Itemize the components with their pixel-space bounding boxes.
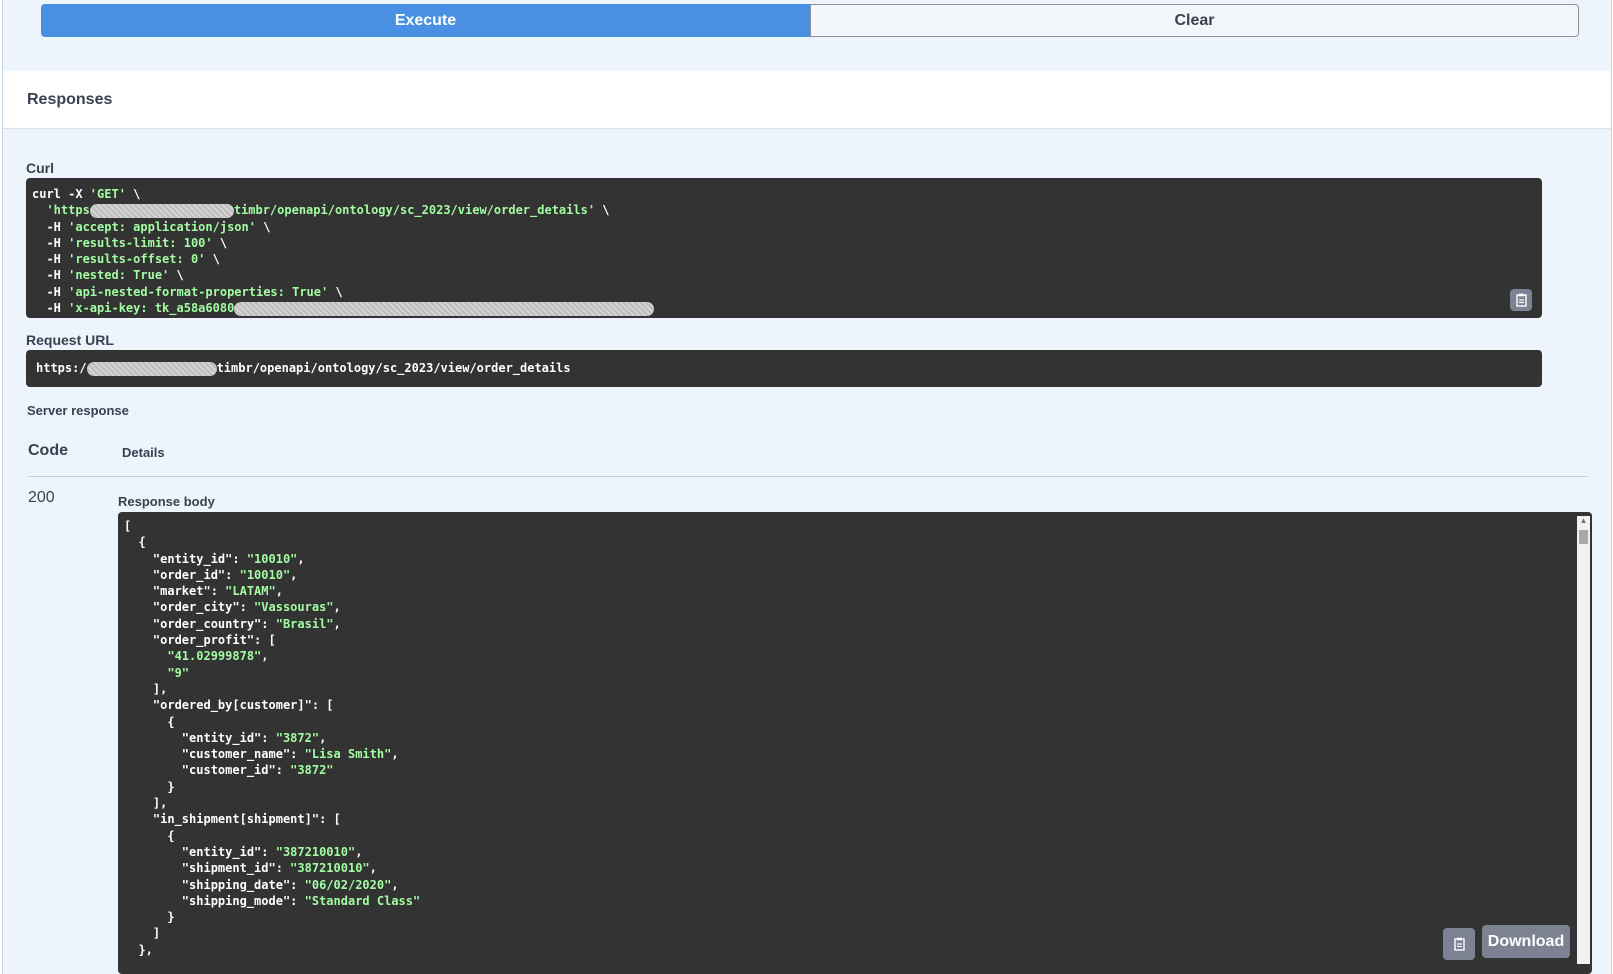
responses-header: Responses: [3, 71, 1611, 129]
response-body-label: Response body: [118, 494, 215, 509]
copy-curl-icon[interactable]: [1510, 289, 1532, 311]
clear-button[interactable]: Clear: [810, 4, 1579, 37]
curl-code-block[interactable]: curl -X 'GET' \ 'https timbr/openapi/onto…: [26, 178, 1542, 318]
response-table-header: Code Details: [28, 440, 1588, 477]
response-scrollbar[interactable]: ▲: [1577, 516, 1590, 964]
server-response-label: Server response: [27, 403, 129, 418]
scroll-up-icon[interactable]: ▲: [1577, 516, 1590, 526]
status-code: 200: [28, 489, 55, 506]
responses-title: Responses: [27, 91, 113, 108]
execute-button[interactable]: Execute: [41, 4, 810, 37]
execute-clear-group: Execute Clear: [41, 4, 1579, 37]
curl-label: Curl: [26, 160, 54, 176]
details-column-header: Details: [122, 445, 165, 460]
scroll-thumb[interactable]: [1579, 530, 1588, 544]
response-body-code[interactable]: [ { "entity_id": "10010", "order_id": "1…: [118, 512, 1592, 974]
operation-panel: Execute Clear Responses Curl curl -X 'GE…: [2, 0, 1612, 974]
download-button[interactable]: Download: [1482, 925, 1570, 958]
redacted-host: [86, 361, 217, 376]
redacted-host: [89, 203, 234, 218]
copy-response-icon[interactable]: [1443, 928, 1475, 960]
code-column-header: Code: [28, 442, 68, 459]
request-url-box[interactable]: https:/timbr/openapi/ontology/sc_2023/vi…: [26, 350, 1542, 387]
request-url-label: Request URL: [26, 332, 114, 348]
redacted-api-key: [234, 301, 655, 316]
